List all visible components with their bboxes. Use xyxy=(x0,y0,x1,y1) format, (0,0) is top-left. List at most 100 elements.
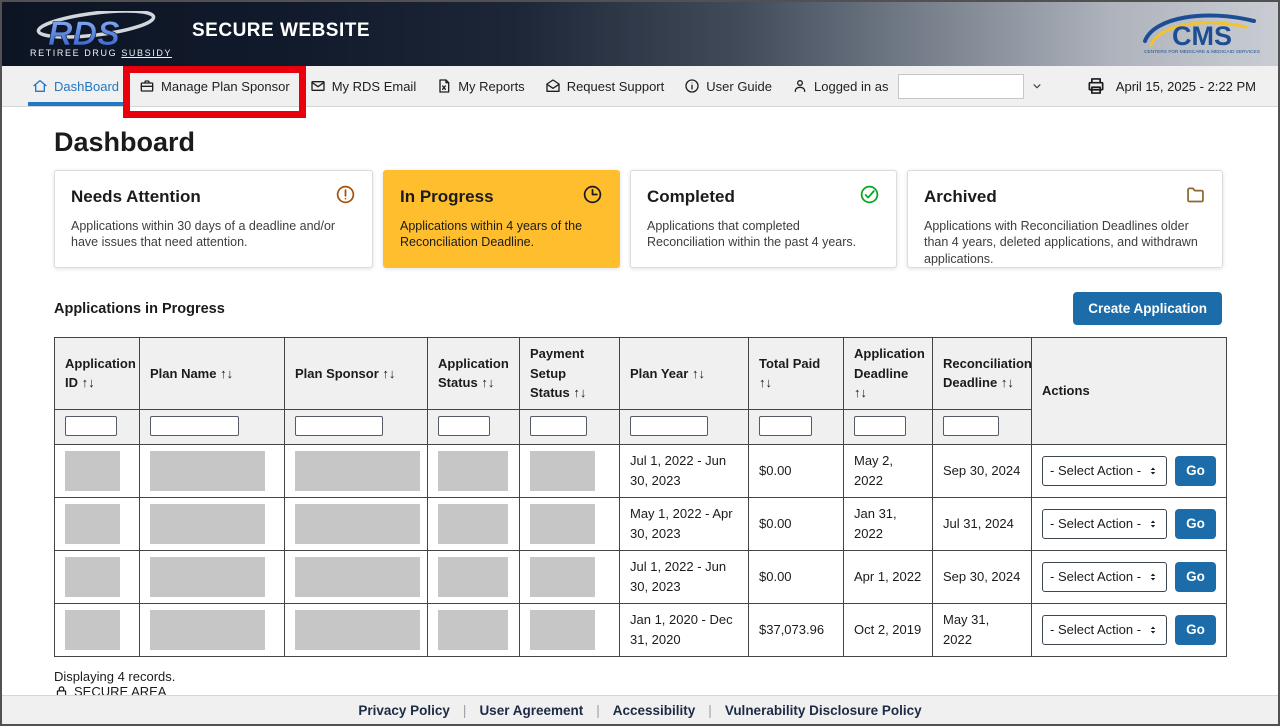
header-row: Application ID ↑↓Plan Name ↑↓Plan Sponso… xyxy=(55,338,1227,410)
nav-item-manage-plan-sponsor[interactable]: Manage Plan Sponsor xyxy=(137,66,292,106)
nav-item-my-reports[interactable]: My Reports xyxy=(434,66,526,106)
filter-input-total-paid[interactable] xyxy=(759,416,812,436)
alert-circle-icon xyxy=(335,184,356,205)
col-header-application-id[interactable]: Application ID ↑↓ xyxy=(55,338,140,410)
nav-item-label: Request Support xyxy=(567,79,665,94)
sort-icon[interactable]: ↑↓ xyxy=(220,366,233,381)
applications-table: Application ID ↑↓Plan Name ↑↓Plan Sponso… xyxy=(54,337,1227,657)
nav-item-logged-in-as[interactable]: Logged in as xyxy=(790,66,1046,106)
redacted-cell-plan-sponsor xyxy=(295,451,420,491)
sort-icon[interactable]: ↑↓ xyxy=(854,385,867,400)
col-header-application-deadline[interactable]: Application Deadline ↑↓ xyxy=(844,338,933,410)
sort-icon[interactable]: ↑↓ xyxy=(382,366,395,381)
col-header-application-status[interactable]: Application Status ↑↓ xyxy=(428,338,520,410)
footer-link-user-agreement[interactable]: User Agreement xyxy=(479,703,583,718)
nav-item-request-support[interactable]: Request Support xyxy=(543,66,667,106)
updown-icon xyxy=(1147,624,1159,636)
cell-plan-year: Jul 1, 2022 - Jun 30, 2023 xyxy=(620,444,749,497)
nav-item-dashboard[interactable]: DashBoard xyxy=(30,66,121,106)
filter-input-application-status[interactable] xyxy=(438,416,490,436)
footer-separator: | xyxy=(463,703,467,718)
card-completed[interactable]: CompletedApplications that completed Rec… xyxy=(630,170,897,268)
cell-plan-year: Jul 1, 2022 - Jun 30, 2023 xyxy=(620,550,749,603)
cell-total-paid: $0.00 xyxy=(749,444,844,497)
main-content: Dashboard Needs AttentionApplications wi… xyxy=(2,107,1278,695)
sort-icon[interactable]: ↑↓ xyxy=(82,375,95,390)
go-button[interactable]: Go xyxy=(1175,615,1216,645)
folder-icon xyxy=(1185,184,1206,205)
action-select[interactable]: - Select Action - xyxy=(1042,615,1167,645)
nav-item-label: My Reports xyxy=(458,79,524,94)
action-select[interactable]: - Select Action - xyxy=(1042,562,1167,592)
redacted-cell-application-id xyxy=(65,451,120,491)
card-title: In Progress xyxy=(400,187,494,207)
card-description: Applications within 30 days of a deadlin… xyxy=(71,218,356,251)
sort-icon[interactable]: ↑↓ xyxy=(1001,375,1014,390)
report-file-icon xyxy=(436,78,452,94)
updown-icon xyxy=(1147,571,1159,583)
go-button[interactable]: Go xyxy=(1175,562,1216,592)
nav-item-label: Logged in as xyxy=(814,79,888,94)
sort-icon[interactable]: ↑↓ xyxy=(692,366,705,381)
col-header-plan-sponsor[interactable]: Plan Sponsor ↑↓ xyxy=(285,338,428,410)
datetime-label: April 15, 2025 - 2:22 PM xyxy=(1116,79,1256,94)
card-needs-attention[interactable]: Needs AttentionApplications within 30 da… xyxy=(54,170,373,268)
footer-link-vulnerability-disclosure-policy[interactable]: Vulnerability Disclosure Policy xyxy=(725,703,922,718)
cell-reconciliation-deadline: May 31, 2022 xyxy=(933,603,1032,656)
updown-icon xyxy=(1147,465,1159,477)
redacted-cell-payment-setup-status xyxy=(530,504,595,544)
col-header-payment-setup-status[interactable]: Payment Setup Status ↑↓ xyxy=(520,338,620,410)
sort-icon[interactable]: ↑↓ xyxy=(573,385,586,400)
site-header: RDS Retiree Drug Subsidy SECURE WEBSITE … xyxy=(2,2,1278,66)
sort-icon[interactable]: ↑↓ xyxy=(759,375,772,390)
action-select[interactable]: - Select Action - xyxy=(1042,456,1167,486)
nav-item-my-rds-email[interactable]: My RDS Email xyxy=(308,66,419,106)
card-archived[interactable]: ArchivedApplications with Reconciliation… xyxy=(907,170,1223,268)
filter-input-plan-sponsor[interactable] xyxy=(295,416,383,436)
svg-text:RDS: RDS xyxy=(48,15,120,51)
footer-link-privacy-policy[interactable]: Privacy Policy xyxy=(358,703,450,718)
filter-input-plan-name[interactable] xyxy=(150,416,239,436)
filter-input-application-deadline[interactable] xyxy=(854,416,906,436)
lock-icon xyxy=(54,684,69,696)
chevron-down-icon xyxy=(1030,79,1044,93)
go-button[interactable]: Go xyxy=(1175,456,1216,486)
cell-total-paid: $0.00 xyxy=(749,550,844,603)
nav-right: April 15, 2025 - 2:22 PM xyxy=(1086,66,1256,106)
filter-input-application-id[interactable] xyxy=(65,416,117,436)
col-header-reconciliation-deadline[interactable]: Reconciliation Deadline ↑↓ xyxy=(933,338,1032,410)
sort-icon[interactable]: ↑↓ xyxy=(481,375,494,390)
col-header-plan-year[interactable]: Plan Year ↑↓ xyxy=(620,338,749,410)
cell-total-paid: $0.00 xyxy=(749,497,844,550)
updown-icon xyxy=(1147,518,1159,530)
cell-reconciliation-deadline: Sep 30, 2024 xyxy=(933,444,1032,497)
cell-plan-year: Jan 1, 2020 - Dec 31, 2020 xyxy=(620,603,749,656)
filter-input-plan-year[interactable] xyxy=(630,416,708,436)
action-select[interactable]: - Select Action - xyxy=(1042,509,1167,539)
home-icon xyxy=(32,78,48,94)
printer-icon[interactable] xyxy=(1086,76,1106,96)
nav-item-user-guide[interactable]: User Guide xyxy=(682,66,774,106)
footer-link-accessibility[interactable]: Accessibility xyxy=(613,703,696,718)
footer-separator: | xyxy=(708,703,712,718)
col-header-plan-name[interactable]: Plan Name ↑↓ xyxy=(140,338,285,410)
logged-in-user-redacted xyxy=(898,74,1024,99)
cell-reconciliation-deadline: Jul 31, 2024 xyxy=(933,497,1032,550)
cell-reconciliation-deadline: Sep 30, 2024 xyxy=(933,550,1032,603)
table-row: May 1, 2022 - Apr 30, 2023$0.00Jan 31, 2… xyxy=(55,497,1227,550)
filter-input-payment-setup-status[interactable] xyxy=(530,416,587,436)
cell-total-paid: $37,073.96 xyxy=(749,603,844,656)
briefcase-icon xyxy=(139,78,155,94)
rds-logo-icon: RDS xyxy=(30,11,162,51)
col-header-actions: Actions xyxy=(1032,338,1227,445)
redacted-cell-payment-setup-status xyxy=(530,610,595,650)
redacted-cell-application-status xyxy=(438,504,508,544)
table-row: Jan 1, 2020 - Dec 31, 2020$37,073.96Oct … xyxy=(55,603,1227,656)
go-button[interactable]: Go xyxy=(1175,509,1216,539)
create-application-button[interactable]: Create Application xyxy=(1073,292,1222,325)
card-in-progress[interactable]: In ProgressApplications within 4 years o… xyxy=(383,170,620,268)
records-count: Displaying 4 records. xyxy=(54,669,1222,684)
col-header-total-paid[interactable]: Total Paid ↑↓ xyxy=(749,338,844,410)
main-nav: DashBoard Manage Plan Sponsor My RDS Email… xyxy=(2,66,1278,107)
filter-input-reconciliation-deadline[interactable] xyxy=(943,416,999,436)
